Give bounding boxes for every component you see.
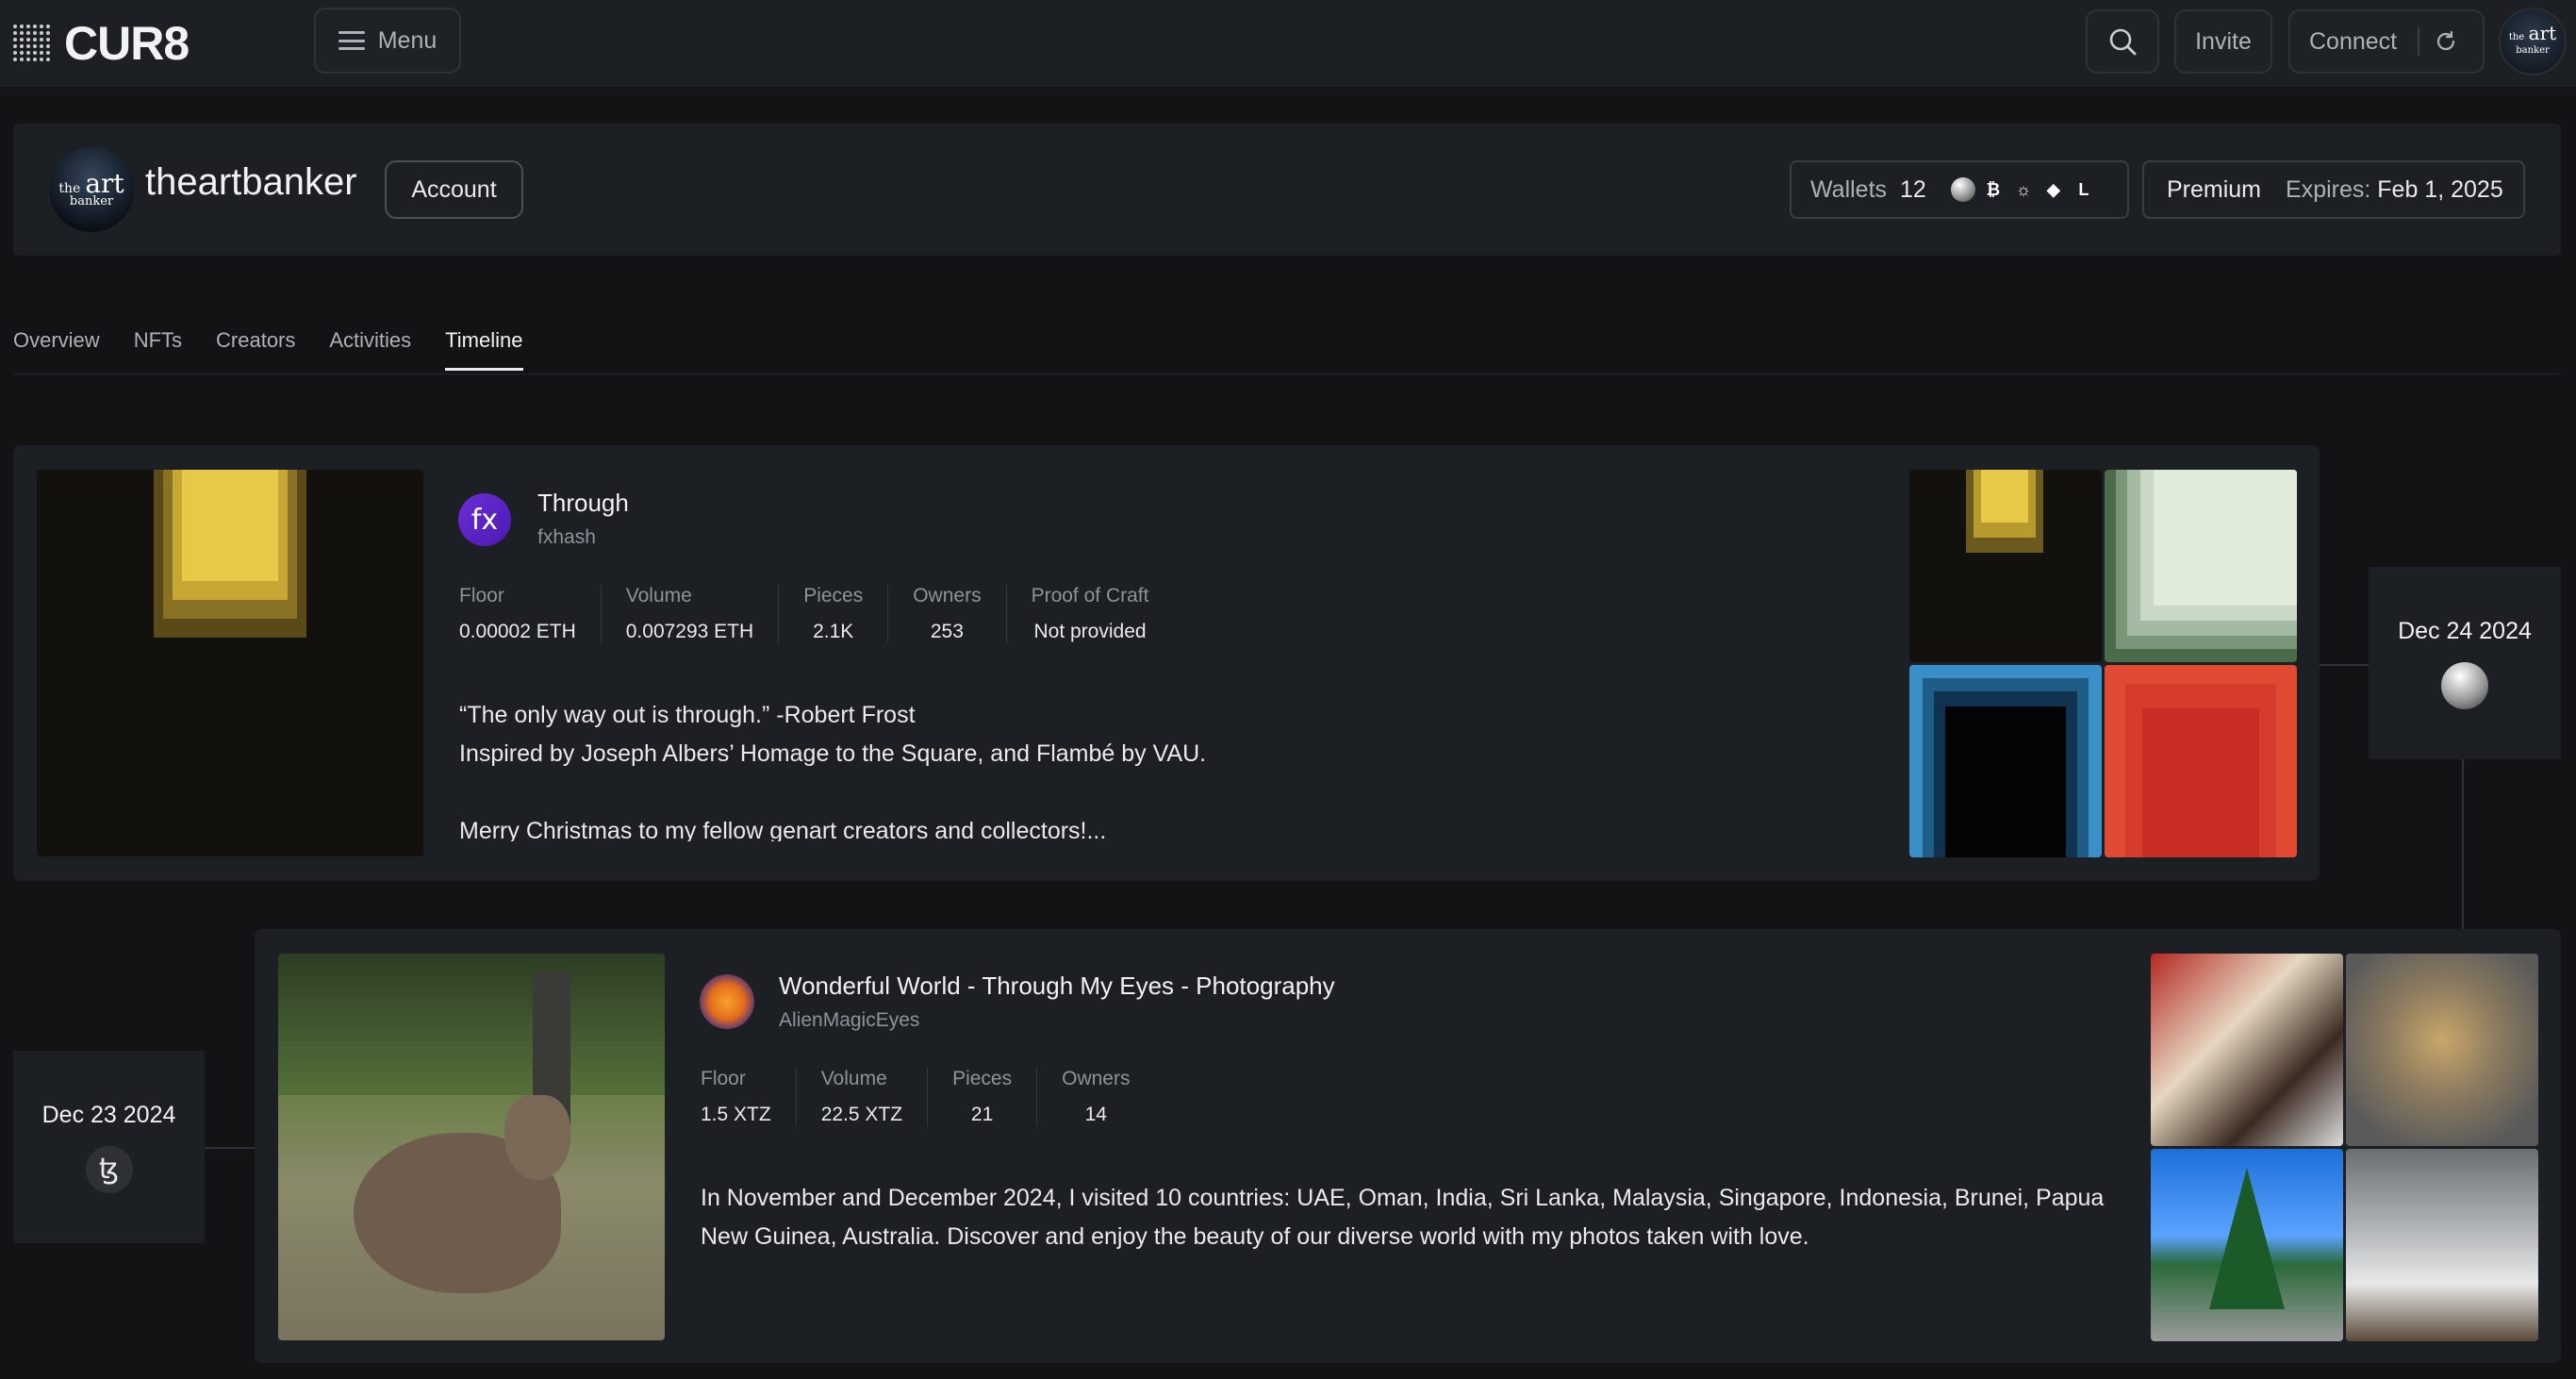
collection-thumbnail[interactable] (2105, 470, 2297, 662)
ethereum-icon: ◆ (2046, 179, 2060, 199)
collection-thumbnail[interactable] (2346, 1149, 2538, 1341)
profile-tabs: Overview NFTs Creators Activities Timeli… (13, 328, 523, 371)
sphere-icon (2441, 661, 2488, 709)
logo[interactable]: CUR8 (13, 15, 190, 72)
search-button[interactable] (2086, 9, 2159, 74)
tab-nfts[interactable]: NFTs (134, 328, 182, 371)
menu-label: Menu (377, 26, 438, 54)
collection-thumbnail[interactable] (2151, 954, 2343, 1146)
collection-creator[interactable]: AlienMagicEyes (779, 1009, 919, 1032)
collection-description: “The only way out is through.” -Robert F… (459, 702, 1207, 841)
stat-pieces: Pieces 21 (927, 1068, 1036, 1126)
timeline-date-label: Dec 24 2024 (2398, 617, 2532, 644)
collection-title[interactable]: Through (537, 489, 629, 518)
tab-activities[interactable]: Activities (329, 328, 411, 371)
collection-title[interactable]: Wonderful World - Through My Eyes - Phot… (779, 972, 1335, 1001)
collection-description: In November and December 2024, I visited… (701, 1185, 2105, 1250)
stat-floor: Floor 0.00002 ETH (459, 585, 576, 642)
collection-preview-image[interactable] (37, 470, 423, 856)
refresh-icon[interactable] (2435, 30, 2457, 53)
stat-floor: Floor 1.5 XTZ (701, 1068, 771, 1125)
stat-pieces: Pieces 2.1K (778, 585, 887, 643)
bitcoin-icon: ₿ (1986, 179, 2001, 199)
premium-label: Premium (2167, 175, 2262, 203)
fxhash-badge: fx (458, 493, 511, 546)
collection-thumbnail[interactable] (2346, 954, 2538, 1146)
wallets-button[interactable]: Wallets 12 ₿ ☼ ◆ L (1790, 160, 2129, 219)
logo-grid-icon (13, 25, 51, 62)
wallets-label: Wallets (1810, 175, 1888, 203)
timeline-date: Dec 23 2024 ꜩ (13, 1051, 205, 1243)
invite-label: Invite (2195, 27, 2252, 55)
wallets-count: 12 (1900, 175, 1926, 203)
logo-text: CUR8 (64, 17, 190, 70)
tab-overview[interactable]: Overview (13, 328, 100, 371)
stat-proof-of-craft: Proof of Craft Not provided (1005, 585, 1174, 643)
sun-icon: ☼ (2015, 179, 2032, 199)
collection-stats: Floor 1.5 XTZ Volume 22.5 XTZ Pieces 21 Own… (701, 1068, 1154, 1126)
collection-thumbnail[interactable] (1909, 665, 2102, 857)
timeline-line (205, 1147, 255, 1149)
stat-owners: Owners 14 (1036, 1068, 1154, 1126)
collection-stats: Floor 0.00002 ETH Volume 0.007293 ETH Piec… (459, 585, 1173, 643)
stat-volume: Volume 0.007293 ETH (600, 585, 778, 643)
tab-creators[interactable]: Creators (216, 328, 295, 371)
timeline-line (2320, 664, 2369, 666)
search-icon (2109, 28, 2137, 56)
creator-avatar (700, 974, 754, 1029)
profile-username: theartbanker (145, 161, 357, 203)
collection-thumbnail[interactable] (1909, 470, 2102, 662)
collection-preview-image[interactable] (278, 954, 665, 1340)
collection-thumbnail[interactable] (2105, 665, 2297, 857)
timeline-date: Dec 24 2024 (2369, 567, 2561, 759)
premium-badge[interactable]: Premium Expires: Feb 1, 2025 (2142, 160, 2525, 219)
connect-button[interactable]: Connect (2288, 9, 2485, 74)
tezos-icon: ꜩ (85, 1145, 133, 1193)
account-button[interactable]: Account (385, 160, 523, 219)
premium-expiry: Expires: Feb 1, 2025 (2286, 175, 2503, 203)
invite-button[interactable]: Invite (2174, 9, 2272, 74)
collection-thumbnail[interactable] (2151, 1149, 2343, 1341)
stat-owners: Owners 253 (887, 585, 1005, 643)
timeline-date-label: Dec 23 2024 (41, 1101, 176, 1128)
menu-button[interactable]: Menu (314, 8, 461, 74)
chain-icons: ₿ ☼ ◆ L (1950, 177, 2096, 202)
profile-avatar: the art banker (49, 147, 134, 232)
divider (2418, 27, 2420, 56)
connect-label: Connect (2309, 27, 2398, 55)
user-avatar[interactable]: the art banker (2499, 8, 2567, 75)
timeline-line (2462, 759, 2464, 929)
sphere-icon (1950, 177, 1975, 202)
hamburger-icon (338, 31, 365, 50)
collection-platform[interactable]: fxhash (537, 526, 596, 549)
l-chain-icon: L (2078, 179, 2089, 199)
stat-volume: Volume 22.5 XTZ (795, 1068, 927, 1126)
tab-timeline[interactable]: Timeline (445, 328, 523, 371)
